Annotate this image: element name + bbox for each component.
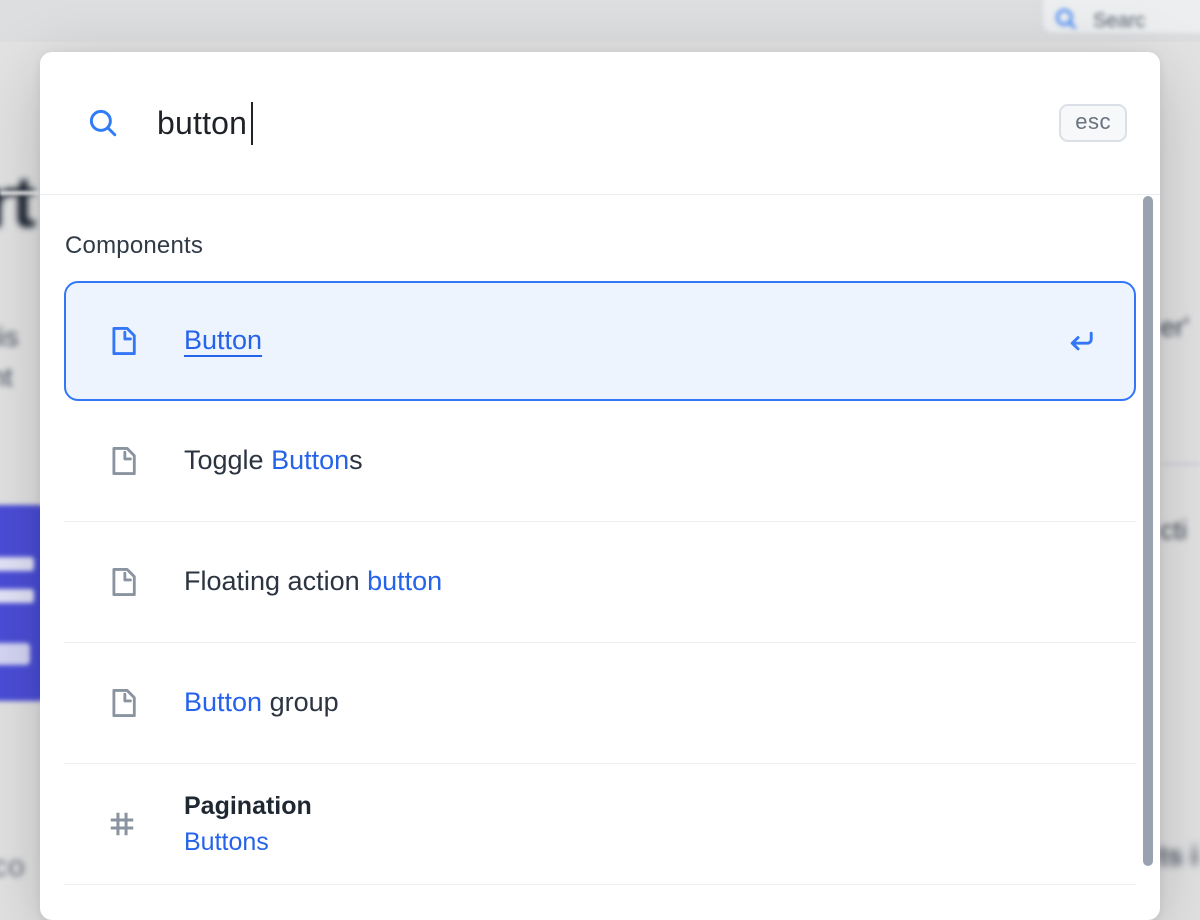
result-title: Floating action button (184, 564, 442, 599)
page-icon (104, 685, 140, 721)
result-text: Pagination Buttons (184, 788, 312, 861)
search-input[interactable]: button (157, 102, 253, 145)
match-highlight: button (367, 566, 442, 596)
title-text: group (262, 687, 339, 717)
search-icon (86, 106, 120, 140)
background-divider-fragment (0, 191, 40, 195)
background-text-fragment: er' (1160, 312, 1189, 343)
title-text: Toggle (184, 445, 271, 475)
background-text-fragment: co (0, 850, 26, 884)
background-text-fragment: cti (1160, 515, 1187, 546)
text-cursor (251, 102, 253, 145)
result-title: Button (184, 323, 262, 358)
results-section-title: Components (65, 232, 1135, 260)
banner-chip (0, 643, 30, 665)
result-text: Toggle Buttons (184, 443, 363, 478)
results-scrollbar[interactable] (1143, 196, 1153, 866)
results-list: ButtonToggle ButtonsFloating action butt… (64, 281, 1136, 885)
result-row-button-group[interactable]: Button group (64, 643, 1136, 764)
result-title: Toggle Buttons (184, 443, 363, 478)
search-modal: button esc Components ButtonToggle Butto… (40, 52, 1160, 920)
match-highlight: Button (184, 687, 262, 717)
page-icon (104, 564, 140, 600)
match-highlight: Button (184, 325, 262, 355)
result-row-buttons[interactable]: Pagination Buttons (64, 764, 1136, 885)
page-header-band (0, 0, 1200, 42)
title-text: Floating action (184, 566, 367, 596)
search-results-panel: Components ButtonToggle ButtonsFloating … (40, 232, 1160, 885)
result-text: Button (184, 323, 262, 358)
page-icon (104, 443, 140, 479)
search-header: button esc (40, 52, 1160, 195)
background-text-fragment: ts i (1158, 840, 1198, 872)
hash-icon (104, 806, 140, 842)
background-text-fragment: dis (0, 322, 19, 353)
background-promo-banner (0, 505, 45, 701)
banner-text-line (0, 589, 34, 603)
background-divider-fragment (1162, 463, 1200, 465)
result-context: Pagination (184, 788, 312, 824)
match-highlight: Button (271, 445, 349, 475)
result-text: Button group (184, 685, 339, 720)
background-text-fragment: int (0, 362, 13, 393)
banner-text-line (0, 557, 34, 571)
search-input-value: button (157, 105, 247, 142)
result-row-toggle-buttons[interactable]: Toggle Buttons (64, 401, 1136, 522)
result-title: Button group (184, 685, 339, 720)
esc-key-badge[interactable]: esc (1059, 104, 1127, 142)
result-row-button[interactable]: Button (64, 281, 1136, 401)
result-text: Floating action button (184, 564, 442, 599)
result-title: Buttons (184, 824, 312, 860)
title-text: s (349, 445, 363, 475)
match-highlight: Buttons (184, 828, 269, 856)
page-icon (104, 323, 140, 359)
background-heading-fragment: rt (0, 162, 34, 244)
result-row-floating-action-button[interactable]: Floating action button (64, 522, 1136, 643)
enter-icon (1062, 323, 1100, 359)
